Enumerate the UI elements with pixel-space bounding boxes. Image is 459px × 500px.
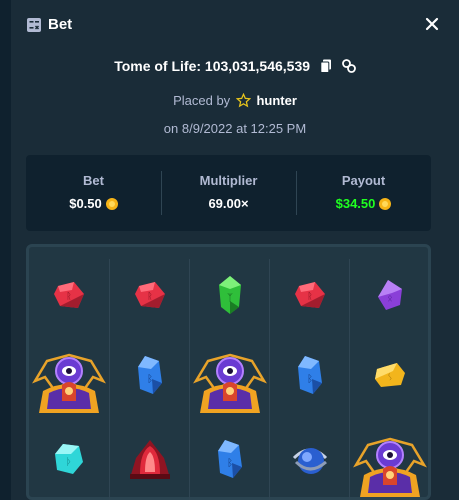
reel-5: ᛟᛊ [349,259,429,500]
red-portal-symbol [126,438,174,485]
reel-2: ᚱᛒ [109,259,189,500]
red-gem-symbol: ᚱ [52,280,86,315]
tome-of-life-symbol [31,351,107,424]
star-icon [235,92,252,108]
svg-text:ᚱ: ᚱ [147,291,152,302]
svg-text:ᛊ: ᛊ [387,372,392,383]
game-id-text: Tome of Life: 103,031,546,539 [114,58,311,74]
multiplier-value: 69.00× [208,196,249,211]
svg-text:ᛒ: ᛒ [147,374,153,385]
tome-of-life-symbol [192,351,268,424]
svg-text:ᛒ: ᛒ [307,374,313,385]
blue-gem-symbol: ᛒ [297,355,323,400]
reel-4: ᚱᛒ [269,259,349,500]
green-gem-symbol: ᛉ [217,275,243,320]
red-gem-symbol: ᚱ [133,280,167,315]
svg-text:ᛟ: ᛟ [387,294,392,304]
bet-amount: $0.50 [26,196,161,211]
tome-of-life-symbol [352,435,428,500]
placed-by-label: Placed by [173,93,231,108]
svg-text:ᛒ: ᛒ [227,458,233,469]
username-link[interactable]: hunter [256,93,296,108]
red-gem-symbol: ᚱ [293,280,327,315]
svg-text:ᚱ: ᚱ [307,291,312,302]
cyan-gem-symbol: ᚦ [53,442,85,481]
stat-bet: Bet $0.50 [26,155,161,231]
bet-slip-icon [27,18,41,32]
multiplier-label: Multiplier [199,173,258,188]
svg-text:ᚦ: ᚦ [66,457,72,468]
bet-value: $0.50 [69,196,102,211]
copy-icon[interactable] [320,59,332,73]
coin-icon [379,197,392,210]
blue-gem-symbol: ᛒ [217,439,243,484]
close-icon[interactable] [423,15,441,33]
payout-label: Payout [341,173,386,188]
yellow-gem-symbol: ᛊ [373,361,407,394]
blue-gem-symbol: ᛒ [137,355,163,400]
multiplier-amount: 69.00× [161,196,296,211]
payout-amount: $34.50 [296,196,431,211]
stat-multiplier: Multiplier 69.00× [161,155,296,231]
svg-text:ᚱ: ᚱ [66,291,71,302]
bet-stats-panel: Bet $0.50 Multiplier 69.00× Payout $34.5… [26,155,431,231]
blue-orb-symbol [290,440,330,483]
bet-date: on 8/9/2022 at 12:25 PM [163,121,307,136]
placed-by-line: Placed by hunter [11,92,459,108]
stat-payout: Payout $34.50 [296,155,431,231]
modal-header: Bet [11,0,459,50]
link-icon[interactable] [341,59,356,73]
modal-title: Bet [48,16,73,33]
purple-gem-symbol: ᛟ [376,279,404,316]
reel-1: ᚱᚦ [29,259,109,500]
reel-3: ᛉᛒ [189,259,269,500]
coin-icon [105,197,118,210]
bet-label: Bet [83,173,104,188]
payout-value: $34.50 [335,196,376,211]
bet-modal: Bet Tome of Life: 103,031,546,539 Placed… [11,0,459,500]
slot-board: ᚱᚦᚱᛒᛉᛒᚱᛒᛟᛊ [26,244,431,500]
svg-text:ᛉ: ᛉ [227,293,233,304]
game-id-line: Tome of Life: 103,031,546,539 [11,58,459,74]
